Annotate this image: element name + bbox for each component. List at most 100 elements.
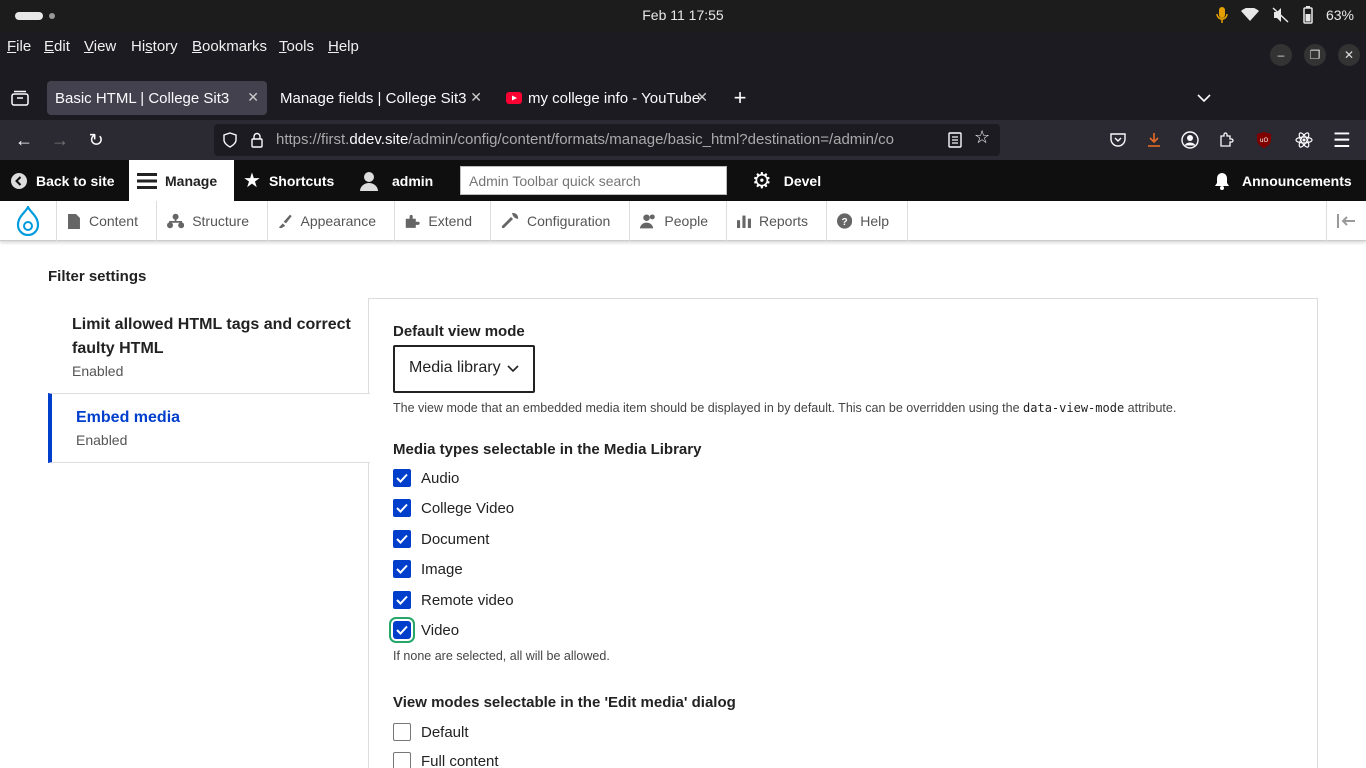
tray-people[interactable]: People <box>630 201 727 241</box>
menu-help[interactable]: Help <box>328 38 359 55</box>
media-types-description: If none are selected, all will be allowe… <box>393 649 610 663</box>
extensions-icon[interactable] <box>1214 128 1238 152</box>
microphone-icon <box>1216 7 1228 23</box>
announcements-tab[interactable]: Announcements <box>1214 160 1352 201</box>
checkbox-checked-icon[interactable] <box>393 469 411 487</box>
media-type-video-checkbox[interactable]: Video <box>389 617 459 643</box>
bookmark-star-icon[interactable]: ☆ <box>974 127 990 148</box>
lock-icon[interactable] <box>250 132 264 148</box>
view-mode-default-checkbox[interactable]: Default <box>393 721 469 743</box>
back-icon[interactable]: ← <box>12 128 36 152</box>
tray-structure[interactable]: Structure <box>157 201 268 241</box>
pocket-icon[interactable] <box>1106 128 1130 152</box>
checkbox-checked-icon[interactable] <box>393 499 411 517</box>
checkbox-checked-icon[interactable] <box>393 560 411 578</box>
ublock-icon[interactable]: uO <box>1252 128 1276 152</box>
admin-toolbar-search-input[interactable] <box>460 166 727 195</box>
gear-icon: ⚙ <box>752 167 772 193</box>
media-type-document-checkbox[interactable]: Document <box>393 528 489 550</box>
tracking-shield-icon[interactable] <box>222 132 238 148</box>
menu-view[interactable]: View <box>84 38 116 55</box>
vertical-tabs: Limit allowed HTML tags and correct faul… <box>48 300 370 463</box>
firefox-view-icon[interactable] <box>8 86 32 110</box>
media-type-remote-video-checkbox[interactable]: Remote video <box>393 589 514 611</box>
media-type-image-checkbox[interactable]: Image <box>393 558 463 580</box>
menu-tools[interactable]: Tools <box>279 38 314 55</box>
forward-icon[interactable]: → <box>48 128 72 152</box>
menu-bookmarks[interactable]: Bookmarks <box>192 38 267 55</box>
vtab-embed-media[interactable]: Embed media Enabled <box>48 393 370 463</box>
checkbox-checked-icon[interactable] <box>389 617 415 643</box>
view-mode-full-content-checkbox[interactable]: Full content <box>393 750 499 768</box>
manage-tab[interactable]: Manage <box>129 160 234 201</box>
svg-text:uO: uO <box>1260 137 1269 144</box>
url-text[interactable]: https://first.ddev.site/admin/config/con… <box>276 131 940 148</box>
tab-manage-fields[interactable]: Manage fields | College Sit3 ✕ <box>272 81 490 115</box>
close-tab-icon[interactable]: ✕ <box>247 89 259 106</box>
default-view-mode-select[interactable]: Media library <box>393 345 535 393</box>
reload-icon[interactable]: ↻ <box>84 128 108 152</box>
default-view-mode-label: Default view mode <box>393 323 525 340</box>
devel-tab[interactable]: ⚙ Devel <box>752 160 821 201</box>
youtube-icon <box>506 92 522 104</box>
drupal-logo[interactable] <box>0 201 57 241</box>
media-type-audio-checkbox[interactable]: Audio <box>393 467 459 489</box>
url-bar[interactable]: https://first.ddev.site/admin/config/con… <box>214 124 1000 156</box>
hamburger-menu-icon[interactable]: ☰ <box>1330 128 1354 152</box>
drupal-drop-icon <box>16 206 40 236</box>
chevron-left-circle-icon <box>11 172 27 189</box>
checkbox-unchecked-icon[interactable] <box>393 723 411 741</box>
collapse-sidebar-icon <box>1336 214 1355 228</box>
tray-orientation-toggle[interactable] <box>1326 201 1366 241</box>
back-to-site-link[interactable]: Back to site <box>10 160 115 201</box>
view-modes-label: View modes selectable in the 'Edit media… <box>393 694 736 711</box>
minimize-button[interactable]: – <box>1270 44 1292 66</box>
menu-edit[interactable]: Edit <box>44 38 70 55</box>
menu-file[interactable]: File <box>7 38 31 55</box>
vtab-limit-html[interactable]: Limit allowed HTML tags and correct faul… <box>48 300 370 393</box>
structure-icon <box>167 213 185 229</box>
tray-appearance[interactable]: Appearance <box>268 201 395 241</box>
admin-tray: Content Structure Appearance Extend Conf… <box>0 201 1366 241</box>
list-tabs-icon[interactable] <box>1192 86 1216 110</box>
battery-percent: 63% <box>1325 7 1354 23</box>
system-status[interactable]: 63% <box>1216 6 1354 24</box>
tab-basic-html[interactable]: Basic HTML | College Sit3 ✕ <box>47 81 267 115</box>
tray-help[interactable]: ? Help <box>827 201 908 241</box>
close-tab-icon[interactable]: ✕ <box>696 89 708 106</box>
paint-brush-icon <box>278 214 292 229</box>
wifi-icon <box>1240 8 1259 21</box>
clock[interactable]: Feb 11 17:55 <box>0 7 1366 23</box>
checkbox-checked-icon[interactable] <box>393 530 411 548</box>
checkbox-unchecked-icon[interactable] <box>393 752 411 768</box>
account-icon[interactable] <box>1178 128 1202 152</box>
shortcuts-tab[interactable]: ★ Shortcuts <box>243 160 334 201</box>
menu-history[interactable]: History <box>131 38 178 55</box>
svg-text:?: ? <box>842 217 848 228</box>
tray-configuration[interactable]: Configuration <box>491 201 630 241</box>
close-tab-icon[interactable]: ✕ <box>470 89 482 106</box>
user-icon <box>360 171 378 191</box>
downloads-icon[interactable] <box>1142 128 1166 152</box>
view-mode-description: The view mode that an embedded media ite… <box>393 401 1177 415</box>
close-window-button[interactable]: ✕ <box>1338 44 1360 66</box>
media-type-college-video-checkbox[interactable]: College Video <box>393 497 514 519</box>
filter-settings-heading: Filter settings <box>48 268 147 285</box>
bar-chart-icon <box>737 215 751 228</box>
chevron-down-icon <box>507 365 519 373</box>
tray-reports[interactable]: Reports <box>727 201 827 241</box>
star-icon: ★ <box>243 170 261 192</box>
user-tab[interactable]: admin <box>360 160 433 201</box>
react-devtools-icon[interactable] <box>1292 128 1316 152</box>
volume-muted-icon <box>1272 7 1289 23</box>
reader-view-icon[interactable] <box>948 132 962 148</box>
browser-tabbar: Basic HTML | College Sit3 ✕ Manage field… <box>0 76 1366 120</box>
document-icon <box>67 213 80 229</box>
os-top-bar: Feb 11 17:55 63% <box>0 0 1366 32</box>
tray-content[interactable]: Content <box>57 201 157 241</box>
tray-extend[interactable]: Extend <box>395 201 491 241</box>
checkbox-checked-icon[interactable] <box>393 591 411 609</box>
tab-youtube[interactable]: my college info - YouTube ✕ <box>498 81 716 115</box>
new-tab-icon[interactable]: + <box>728 85 752 110</box>
maximize-button[interactable]: ❐ <box>1304 44 1326 66</box>
